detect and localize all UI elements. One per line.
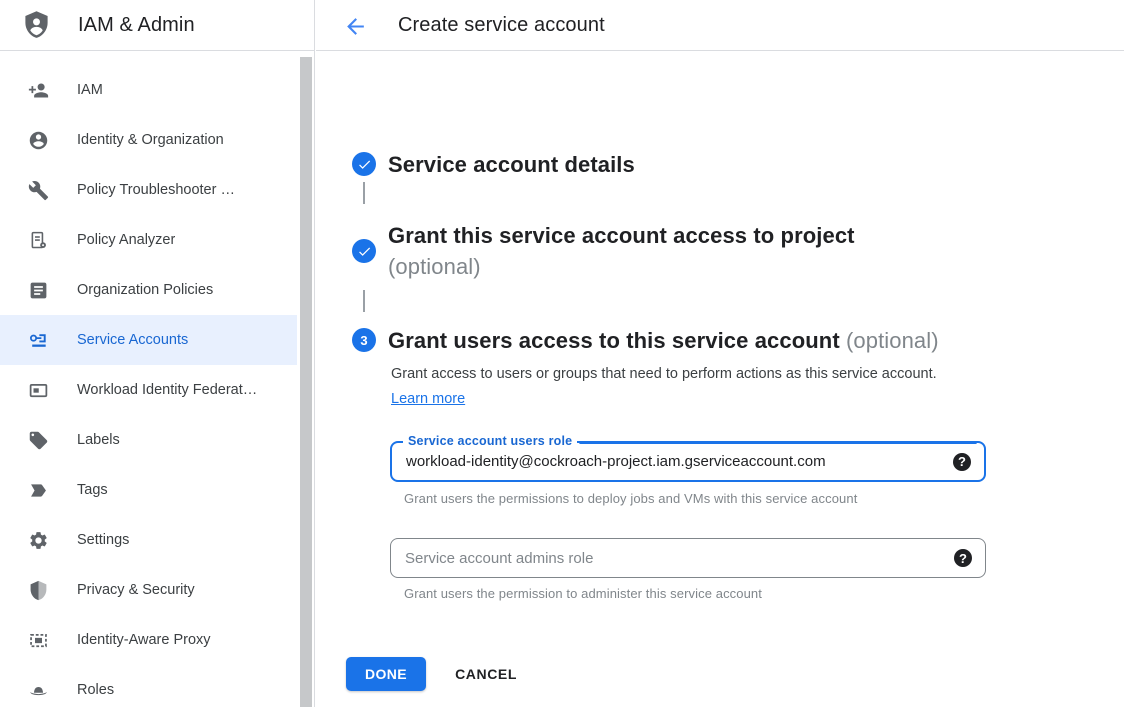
sidebar-item-label: Roles (77, 682, 114, 698)
sidebar-item-label: IAM (77, 82, 103, 98)
sidebar-item-policy-analyzer[interactable]: Policy Analyzer (0, 215, 297, 265)
step-3-title: Grant users access to this service accou… (388, 325, 939, 356)
sidebar-item-roles[interactable]: Roles (0, 665, 297, 715)
done-button[interactable]: DONE (346, 657, 426, 691)
help-icon[interactable]: ? (953, 453, 971, 471)
sidebar-item-label: Privacy & Security (77, 582, 195, 598)
users-role-input[interactable] (392, 443, 984, 480)
sidebar-item-organization-policies[interactable]: Organization Policies (0, 265, 297, 315)
badge-card-icon (27, 379, 49, 401)
sidebar-item-workload-identity-federation[interactable]: Workload Identity Federat… (0, 365, 297, 415)
main-content: Service account details Grant this servi… (316, 52, 1124, 707)
product-name: IAM & Admin (78, 14, 195, 37)
iam-shield-person-icon (21, 8, 53, 42)
step-3-number: 3 (360, 333, 367, 348)
admins-role-input[interactable] (391, 539, 985, 577)
step-3-title-text: Grant users access to this service accou… (388, 328, 840, 353)
sidebar-item-label: Organization Policies (77, 282, 213, 298)
sidebar-item-label: Service Accounts (77, 332, 188, 348)
cancel-button[interactable]: CANCEL (455, 666, 517, 682)
users-role-field: Service account users role ? (390, 441, 986, 482)
product-header: IAM & Admin (0, 0, 314, 51)
sidebar-item-label: Workload Identity Federat… (77, 382, 257, 398)
learn-more-link[interactable]: Learn more (391, 391, 465, 407)
proxy-icon (27, 629, 49, 651)
gear-icon (27, 529, 49, 551)
article-icon (27, 279, 49, 301)
sidebar-item-label: Tags (77, 482, 108, 498)
sidebar-item-service-accounts[interactable]: Service Accounts (0, 315, 297, 365)
step-2-title: Grant this service account access to pro… (388, 220, 948, 282)
step-1-check-icon (352, 152, 376, 176)
back-button[interactable] (342, 13, 368, 39)
sidebar-item-label: Policy Analyzer (77, 232, 175, 248)
wrench-icon (27, 179, 49, 201)
page-title: Create service account (398, 14, 605, 37)
sidebar-item-identity-aware-proxy[interactable]: Identity-Aware Proxy (0, 615, 297, 665)
step-3-number-badge: 3 (352, 328, 376, 352)
step-connector (363, 182, 365, 204)
sidebar-scrollbar[interactable] (300, 57, 312, 707)
sidebar-item-label: Settings (77, 532, 129, 548)
content-header: Create service account (316, 0, 1124, 51)
sidebar-item-identity-organization[interactable]: Identity & Organization (0, 115, 297, 165)
sidebar-item-labels[interactable]: Labels (0, 415, 297, 465)
step-3-optional-label: (optional) (846, 328, 939, 353)
step-2-optional-label: (optional) (388, 254, 481, 279)
admins-role-field: ? (390, 538, 986, 578)
person-add-icon (27, 79, 49, 101)
step-2-title-text: Grant this service account access to pro… (388, 223, 855, 248)
sidebar-item-label: Identity-Aware Proxy (77, 632, 211, 648)
sidebar-item-label: Labels (77, 432, 120, 448)
tag-arrow-icon (27, 479, 49, 501)
sidebar-item-policy-troubleshooter[interactable]: Policy Troubleshooter … (0, 165, 297, 215)
hat-icon (27, 679, 49, 701)
step-2-check-icon (352, 239, 376, 263)
step-3-description-text: Grant access to users or groups that nee… (391, 366, 937, 382)
sidebar-item-tags[interactable]: Tags (0, 465, 297, 515)
sidebar-nav: IAM Identity & Organization Policy Troub… (0, 52, 315, 707)
shield-icon (27, 579, 49, 601)
service-account-key-icon (27, 329, 49, 351)
sidebar-item-privacy-security[interactable]: Privacy & Security (0, 565, 297, 615)
users-role-helper-text: Grant users the permissions to deploy jo… (404, 491, 857, 506)
step-1-title: Service account details (388, 149, 635, 180)
step-3-description: Grant access to users or groups that nee… (391, 362, 949, 412)
step-connector (363, 290, 365, 312)
account-circle-icon (27, 129, 49, 151)
form-actions: DONE CANCEL (346, 657, 517, 691)
sidebar-item-label: Identity & Organization (77, 132, 224, 148)
label-tag-icon (27, 429, 49, 451)
sidebar: IAM & Admin IAM Identity & Organization … (0, 0, 315, 707)
help-icon[interactable]: ? (954, 549, 972, 567)
document-gear-icon (27, 229, 49, 251)
sidebar-item-iam[interactable]: IAM (0, 65, 297, 115)
admins-role-helper-text: Grant users the permission to administer… (404, 586, 762, 601)
arrow-back-icon (343, 14, 368, 39)
sidebar-item-label: Policy Troubleshooter … (77, 182, 235, 198)
sidebar-item-settings[interactable]: Settings (0, 515, 297, 565)
